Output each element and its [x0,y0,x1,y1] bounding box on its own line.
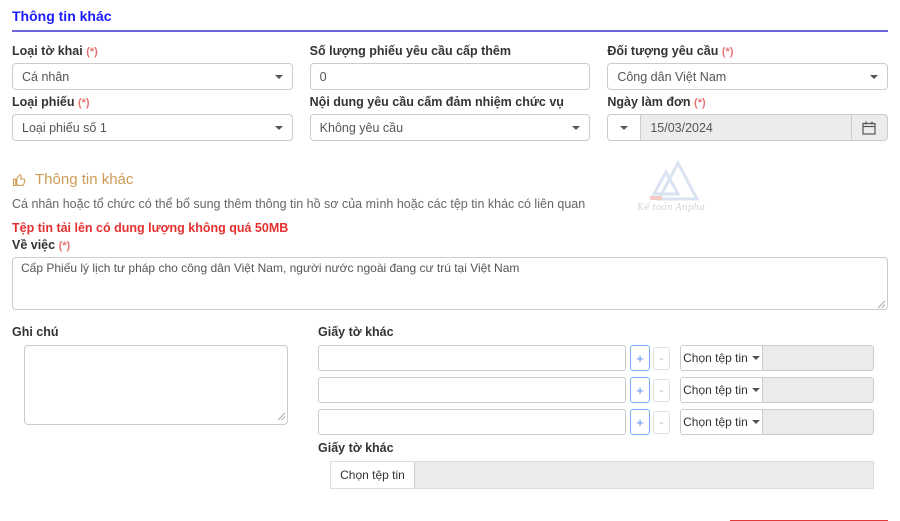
form-grid-row-2: Loại phiếu (*) Loại phiếu số 1 Nội dung … [12,90,888,141]
section2-description: Cá nhân hoặc tổ chức có thể bổ sung thêm… [12,197,586,211]
date-input: 15/03/2024 [641,114,852,141]
field-label: Số lượng phiếu yêu cầu cấp thêm [309,44,511,58]
notes-column: Ghi chú [12,321,300,489]
field-doi-tuong: Đối tượng yêu cầu (*) Công dân Việt Nam [607,39,888,90]
form-page: Thông tin khác Loại tờ khai (*) Cá nhân … [0,0,900,521]
required-mark: (*) [721,46,734,58]
field-so-luong: Số lượng phiếu yêu cầu cấp thêm [309,39,591,90]
choose-file-button[interactable]: Chọn tệp tin [681,346,763,370]
document-name-input[interactable] [318,409,626,435]
field-label: Ngày làm đơn (*) [607,95,706,109]
chevron-down-icon [572,125,581,130]
selected-value: Không yêu cầu [319,120,404,135]
field-label: Loại tờ khai (*) [12,44,98,58]
add-row-button[interactable]: + [630,345,650,371]
chevron-down-icon [751,420,760,424]
loai-to-khai-select[interactable]: Cá nhân [12,63,293,90]
file-name-display [763,378,873,402]
ghi-chu-wrap [12,345,300,428]
field-label: Loại phiếu (*) [12,95,90,109]
form-grid-row-1: Loại tờ khai (*) Cá nhân Số lượng phiếu … [12,39,888,90]
remove-row-button[interactable]: - [653,346,670,370]
document-name-input[interactable] [318,377,626,403]
chevron-down-icon [274,74,283,79]
chevron-down-icon [620,125,629,130]
selected-value: Công dân Việt Nam [617,69,727,84]
section-thong-tin-khac-2: Thông tin khác Cá nhân hoặc tổ chức có t… [12,171,888,313]
add-row-button[interactable]: + [630,377,650,403]
document-row: + - Chọn tệp tin [318,409,874,435]
section2-title-text: Thông tin khác [35,171,134,188]
required-mark: (*) [86,46,98,58]
ve-viec-textarea[interactable]: Cấp Phiếu lý lịch tư pháp cho công dân V… [12,257,888,310]
single-file-chooser: Chọn tệp tin [330,461,874,489]
field-noi-dung-cam: Nội dung yêu cầu cấm đảm nhiệm chức vụ K… [309,90,591,141]
remove-row-button[interactable]: - [653,410,670,434]
thumbs-up-icon [12,173,26,186]
file-name-display [763,346,873,370]
required-mark: (*) [694,97,706,109]
selected-value: Loại phiếu số 1 [22,120,107,135]
date-picker-group: 15/03/2024 [607,114,888,141]
field-loai-phieu: Loại phiếu (*) Loại phiếu số 1 [12,90,293,141]
section-notes-documents: Ghi chú Giấy tờ khác + - Chọn tệp tin + … [12,321,888,489]
section-title-thong-tin-khac: Thông tin khác [12,8,888,32]
ve-viec-label: Về việc (*) [12,238,71,252]
chevron-down-icon [751,388,760,392]
document-row: + - Chọn tệp tin [318,345,874,371]
giay-to-khac-label: Giấy tờ khác [318,325,394,339]
field-label: Đối tượng yêu cầu (*) [607,44,734,58]
file-chooser-group: Chọn tệp tin [680,409,874,435]
document-name-input[interactable] [318,345,626,371]
so-luong-input[interactable] [309,63,591,90]
document-row: + - Chọn tệp tin [318,377,874,403]
file-chooser-group: Chọn tệp tin [680,377,874,403]
selected-value: Cá nhân [22,69,70,84]
file-size-warning: Tệp tin tải lên có dung lượng không quá … [12,221,289,235]
chevron-down-icon [274,125,283,130]
required-mark: (*) [77,97,90,109]
date-dropdown-button[interactable] [607,114,642,141]
section2-title: Thông tin khác [12,171,888,188]
loai-phieu-select[interactable]: Loại phiếu số 1 [12,114,293,141]
choose-file-button-single[interactable]: Chọn tệp tin [331,462,415,488]
ghi-chu-label: Ghi chú [12,325,59,339]
calendar-icon [862,121,877,135]
field-label: Nội dung yêu cầu cấm đảm nhiệm chức vụ [309,95,564,109]
calendar-button[interactable] [851,114,888,141]
remove-row-button[interactable]: - [653,378,670,402]
giay-to-khac-label-2: Giấy tờ khác [318,441,394,455]
field-ngay-lam-don: Ngày làm đơn (*) 15/03/2024 [607,90,888,141]
doi-tuong-select[interactable]: Công dân Việt Nam [607,63,888,90]
file-name-display [763,410,873,434]
noi-dung-cam-select[interactable]: Không yêu cầu [309,114,591,141]
ghi-chu-textarea[interactable] [24,345,288,425]
file-chooser-group: Chọn tệp tin [680,345,874,371]
ve-viec-wrap: Cấp Phiếu lý lịch tư pháp cho công dân V… [12,257,888,313]
required-mark: (*) [58,240,71,252]
file-name-display [415,462,873,488]
documents-column: Giấy tờ khác + - Chọn tệp tin + - Chọn t… [318,321,874,489]
chevron-down-icon [751,356,760,360]
choose-file-button[interactable]: Chọn tệp tin [681,378,763,402]
add-row-button[interactable]: + [630,409,650,435]
chevron-down-icon [869,74,878,79]
choose-file-button[interactable]: Chọn tệp tin [681,410,763,434]
field-loai-to-khai: Loại tờ khai (*) Cá nhân [12,39,293,90]
